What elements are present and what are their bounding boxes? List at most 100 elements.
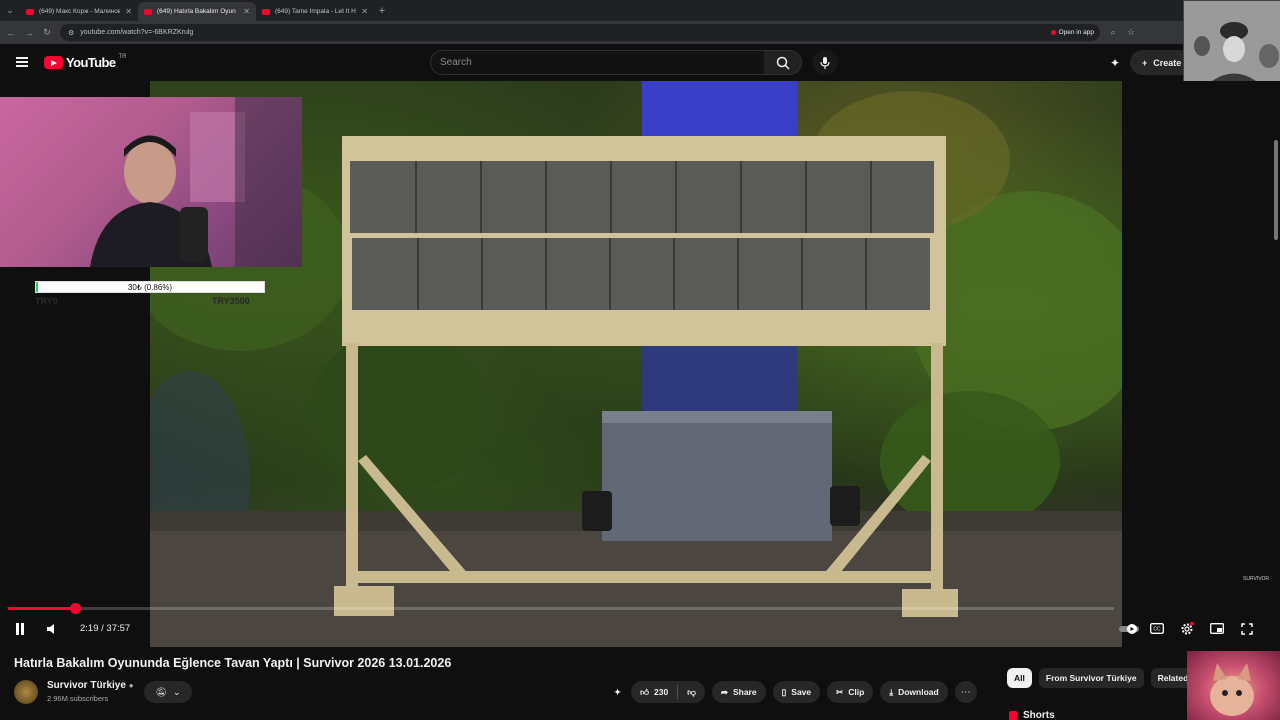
channel-avatar[interactable] <box>14 680 38 704</box>
svg-text:CC: CC <box>1153 627 1161 633</box>
browser-tab[interactable]: (649) Макс Корж - Малиновое ✕ <box>20 2 138 21</box>
zoom-icon[interactable]: ⌕ <box>1108 27 1118 38</box>
open-in-app-button[interactable]: Open in app <box>1044 26 1100 39</box>
close-tab-icon[interactable]: ✕ <box>243 7 250 16</box>
more-actions-button[interactable]: ⋯ <box>954 681 977 703</box>
sparkle-icon: ✦ <box>614 686 622 697</box>
channel-watermark[interactable]: SURVIVOR <box>1243 576 1269 582</box>
captions-button[interactable]: CC <box>1148 619 1166 638</box>
like-count: 230 <box>654 687 669 697</box>
pause-icon <box>16 622 24 635</box>
download-icon: ⤓ <box>889 686 894 697</box>
download-button[interactable]: ⤓ Download <box>880 681 948 703</box>
time-display: 2:19 / 37:57 <box>80 623 131 634</box>
youtube-favicon-icon <box>144 8 152 15</box>
youtube-play-icon <box>44 56 63 69</box>
ask-ai-button[interactable]: ✦ <box>611 681 624 703</box>
subscription-bell-button[interactable]: 🔕︎ ⌄ <box>144 681 192 703</box>
shorts-label: Shorts <box>1023 710 1055 720</box>
video-title: Hatırla Bakalım Oyununda Eğlence Tavan Y… <box>14 656 452 670</box>
open-in-app-label: Open in app <box>1058 29 1094 36</box>
tab-title: (649) Hatırla Bakalım Oyun <box>157 8 236 15</box>
verified-icon: ● <box>128 681 134 690</box>
site-info-icon[interactable]: ⚙ <box>68 29 74 37</box>
settings-button[interactable] <box>1178 619 1196 638</box>
fullscreen-icon <box>1241 622 1253 635</box>
sparkle-icon[interactable]: ✦ <box>1110 56 1120 70</box>
captions-icon: CC <box>1150 623 1164 634</box>
more-dots-icon: ⋯ <box>960 686 971 698</box>
thumbs-down-icon: 👎︎ <box>687 686 696 697</box>
bookmark-icon: ▯ <box>781 686 787 697</box>
channel-name[interactable]: Survivor Türkiye ● <box>47 680 134 691</box>
share-button[interactable]: ➦ Share <box>711 681 766 703</box>
share-label: Share <box>732 687 757 697</box>
scissors-icon: ✂ <box>836 686 844 697</box>
clip-label: Clip <box>848 687 865 697</box>
forward-icon[interactable]: → <box>24 28 34 38</box>
streamer-webcam <box>0 97 302 267</box>
autoplay-icon <box>1119 623 1139 634</box>
shorts-icon <box>1009 710 1017 720</box>
fullscreen-button[interactable] <box>1238 619 1256 638</box>
browser-tab[interactable]: (649) Tame Impala - Let It Happ ✕ <box>256 2 374 21</box>
save-button[interactable]: ▯ Save <box>772 681 821 703</box>
chip-all[interactable]: All <box>1007 668 1032 688</box>
save-label: Save <box>791 687 812 697</box>
tab-search-icon[interactable]: ⌄ <box>0 0 20 21</box>
microphone-icon <box>820 56 830 69</box>
tab-title: (649) Tame Impala - Let It Happ <box>275 8 356 15</box>
goal-max-label: TRY3500 <box>212 296 250 306</box>
bell-off-icon: 🔕︎ <box>155 686 167 697</box>
youtube-header: YouTube TR Search ✦ + Create <box>0 44 1280 81</box>
url-text: youtube.com/watch?v=-6BKRZKrulg <box>80 29 194 36</box>
browser-tab-active[interactable]: (649) Hatırla Bakalım Oyun ✕ <box>138 2 256 21</box>
shorts-section-header: Shorts <box>1009 710 1055 720</box>
cat-image <box>1210 663 1254 716</box>
voice-search-button[interactable] <box>812 50 838 75</box>
youtube-favicon-icon <box>26 8 34 15</box>
settings-icon <box>1181 621 1194 634</box>
webcam-image <box>90 97 302 267</box>
chip-from-channel[interactable]: From Survivor Türkiye <box>1038 668 1144 688</box>
like-dislike-group: 👍︎ 230 👎︎ <box>631 681 705 703</box>
close-tab-icon[interactable]: ✕ <box>125 7 132 16</box>
clip-button[interactable]: ✂ Clip <box>827 681 874 703</box>
page-scrollbar[interactable] <box>1274 140 1278 240</box>
volume-button[interactable] <box>44 619 60 638</box>
new-tab-icon[interactable]: + <box>374 5 390 17</box>
search-input[interactable]: Search <box>430 50 765 75</box>
youtube-app-icon <box>1050 30 1056 35</box>
url-field[interactable]: ⚙ youtube.com/watch?v=-6BKRZKrulg Open i… <box>60 24 1100 41</box>
chevron-down-icon: ⌄ <box>172 686 181 697</box>
like-button[interactable]: 👍︎ 230 <box>631 681 677 703</box>
reload-icon[interactable]: ↻ <box>42 27 52 38</box>
address-bar: ← → ↻ ⚙ youtube.com/watch?v=-6BKRZKrulg … <box>0 21 1280 44</box>
menu-icon[interactable] <box>16 57 28 67</box>
youtube-favicon-icon <box>262 8 270 15</box>
browser-tab-strip: ⌄ (649) Макс Корж - Малиновое ✕ (649) Ha… <box>0 0 1280 21</box>
back-icon[interactable]: ← <box>6 28 16 38</box>
filter-chips: All From Survivor Türkiye Related <box>1007 668 1196 688</box>
close-tab-icon[interactable]: ✕ <box>361 7 368 16</box>
logo-text: YouTube <box>66 55 116 70</box>
donation-goal-bar: 30₺ (0.86%) <box>35 281 265 293</box>
search-button[interactable] <box>764 50 802 75</box>
tab-title: (649) Макс Корж - Малиновое <box>39 8 121 15</box>
channel-name-text: Survivor Türkiye <box>47 680 126 691</box>
plus-icon: + <box>1142 57 1148 68</box>
seek-bar-handle[interactable] <box>69 602 81 614</box>
download-label: Download <box>898 687 939 697</box>
youtube-logo[interactable]: YouTube TR <box>44 54 126 70</box>
autoplay-toggle[interactable] <box>1118 619 1140 638</box>
seek-bar-played <box>8 607 76 610</box>
miniplayer-button[interactable] <box>1208 619 1226 638</box>
seek-bar[interactable] <box>8 602 1114 614</box>
pause-button[interactable] <box>12 619 28 638</box>
donation-goal-text: 30₺ (0.86%) <box>127 283 173 292</box>
bookmark-star-icon[interactable]: ☆ <box>1126 27 1136 38</box>
share-icon: ➦ <box>720 686 728 697</box>
miniplayer-icon <box>1210 623 1224 634</box>
search-icon <box>776 56 790 70</box>
dislike-button[interactable]: 👎︎ <box>678 681 705 703</box>
